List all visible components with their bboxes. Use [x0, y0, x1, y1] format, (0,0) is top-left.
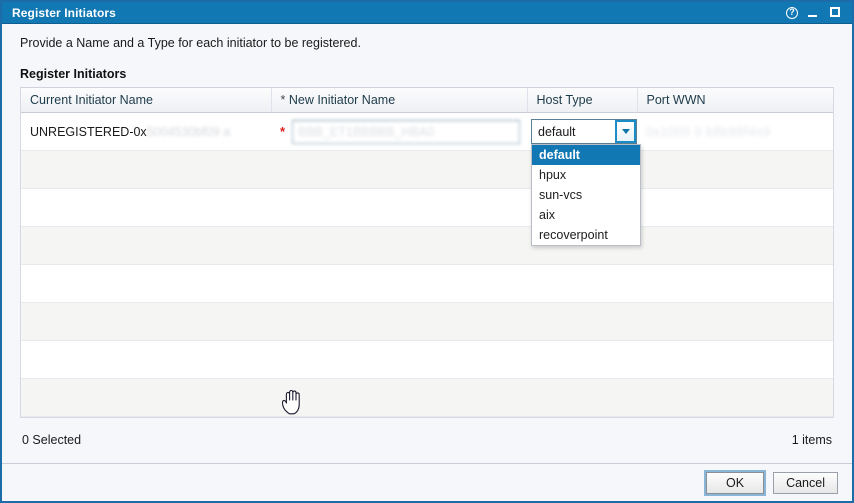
cell-new-initiator-name [271, 188, 527, 227]
table-header-row: Current Initiator Name * New Initiator N… [21, 88, 833, 113]
cell-host-type: default default hpux sun-vcs aix recover… [527, 112, 641, 246]
table-row[interactable] [21, 264, 833, 303]
cell-current-initiator-name [21, 150, 271, 189]
column-header-label: Port WWN [646, 93, 706, 107]
table-row[interactable] [21, 378, 833, 417]
ok-button[interactable]: OK [704, 469, 767, 496]
column-header-label: Current Initiator Name [30, 93, 153, 107]
column-header-label: Host Type [536, 93, 593, 107]
current-initiator-name-text: UNREGISTERED-0x [30, 124, 147, 139]
cell-new-initiator-name [271, 378, 527, 417]
table-status-bar: 0 Selected 1 items [20, 418, 834, 447]
dialog-body: Provide a Name and a Type for each initi… [2, 24, 852, 463]
register-initiators-dialog: Register Initiators ? Provide a Name and… [0, 0, 854, 503]
host-type-option-sun-vcs[interactable]: sun-vcs [532, 185, 640, 205]
item-count-label: 1 items [791, 433, 832, 447]
cell-port-wwn [637, 188, 833, 227]
column-header-label: New Initiator Name [288, 93, 396, 107]
cell-port-wwn [637, 264, 833, 303]
new-initiator-name-input[interactable] [292, 119, 520, 144]
host-type-select-value: default [538, 124, 576, 139]
selected-count-label: 0 Selected [22, 433, 82, 447]
cell-port-wwn [637, 340, 833, 379]
table-row[interactable] [21, 188, 833, 227]
table-row[interactable] [21, 226, 833, 265]
cell-host-type [527, 378, 637, 417]
cell-new-initiator-name [271, 150, 527, 189]
cell-new-initiator-name [271, 302, 527, 341]
host-type-option-default[interactable]: default [532, 145, 640, 165]
required-asterisk-icon: * [280, 124, 286, 139]
host-type-select[interactable]: default [531, 119, 637, 144]
cell-current-initiator-name [21, 340, 271, 379]
host-type-option-aix[interactable]: aix [532, 205, 640, 225]
port-wwn-redacted: 0x1000 0 b8b99f4n9 [646, 124, 771, 139]
column-header-current-initiator-name[interactable]: Current Initiator Name [21, 88, 272, 113]
cell-port-wwn [637, 226, 833, 265]
window-controls: ? [786, 6, 846, 19]
window-titlebar: Register Initiators ? [2, 2, 852, 24]
window-title: Register Initiators [12, 5, 116, 20]
cell-current-initiator-name [21, 188, 271, 227]
table-row[interactable] [21, 302, 833, 341]
cell-current-initiator-name [21, 302, 271, 341]
table-row[interactable] [21, 340, 833, 379]
cell-current-initiator-name [21, 264, 271, 303]
column-header-port-wwn[interactable]: Port WWN [637, 88, 833, 113]
minimize-icon[interactable] [807, 6, 820, 19]
table-row[interactable]: UNREGISTERED-0x 5004530bf09 a * BBB_ET1B… [21, 112, 833, 246]
cell-new-initiator-name [271, 340, 527, 379]
cell-new-initiator-name [271, 226, 527, 265]
required-marker: * [280, 93, 286, 107]
cell-current-initiator-name [21, 226, 271, 265]
section-title: Register Initiators [20, 67, 127, 81]
maximize-icon[interactable] [829, 6, 842, 19]
cell-port-wwn [637, 150, 833, 189]
host-type-option-list[interactable]: default hpux sun-vcs aix recoverpoint [531, 144, 641, 246]
table-body: UNREGISTERED-0x 5004530bf09 a * BBB_ET1B… [21, 112, 833, 417]
table-row[interactable] [21, 150, 833, 189]
table-header: Current Initiator Name * New Initiator N… [21, 88, 833, 113]
cell-port-wwn [637, 378, 833, 417]
cell-new-initiator-name [271, 264, 527, 303]
dialog-footer: OK Cancel [2, 463, 852, 501]
cell-new-initiator-name: * [271, 112, 527, 151]
current-initiator-name-redacted: 5004530bf09 a [146, 124, 231, 139]
initiators-table-container: Current Initiator Name * New Initiator N… [20, 87, 834, 418]
column-header-new-initiator-name[interactable]: * New Initiator Name [271, 88, 528, 113]
column-header-host-type[interactable]: Host Type [527, 88, 638, 113]
initiators-table: Current Initiator Name * New Initiator N… [21, 88, 833, 417]
intro-text: Provide a Name and a Type for each initi… [20, 36, 361, 50]
host-type-option-recoverpoint[interactable]: recoverpoint [532, 225, 640, 245]
cell-host-type [527, 340, 637, 379]
host-type-option-hpux[interactable]: hpux [532, 165, 640, 185]
cell-current-initiator-name: UNREGISTERED-0x 5004530bf09 a [21, 112, 271, 151]
cell-port-wwn: 0x1000 0 b8b99f4n9 [637, 112, 833, 151]
cell-host-type [527, 302, 637, 341]
cell-port-wwn [637, 302, 833, 341]
help-icon[interactable]: ? [786, 6, 798, 19]
chevron-down-icon[interactable] [615, 120, 636, 143]
cell-host-type [527, 264, 637, 303]
cell-current-initiator-name [21, 378, 271, 417]
cancel-button[interactable]: Cancel [773, 471, 838, 494]
